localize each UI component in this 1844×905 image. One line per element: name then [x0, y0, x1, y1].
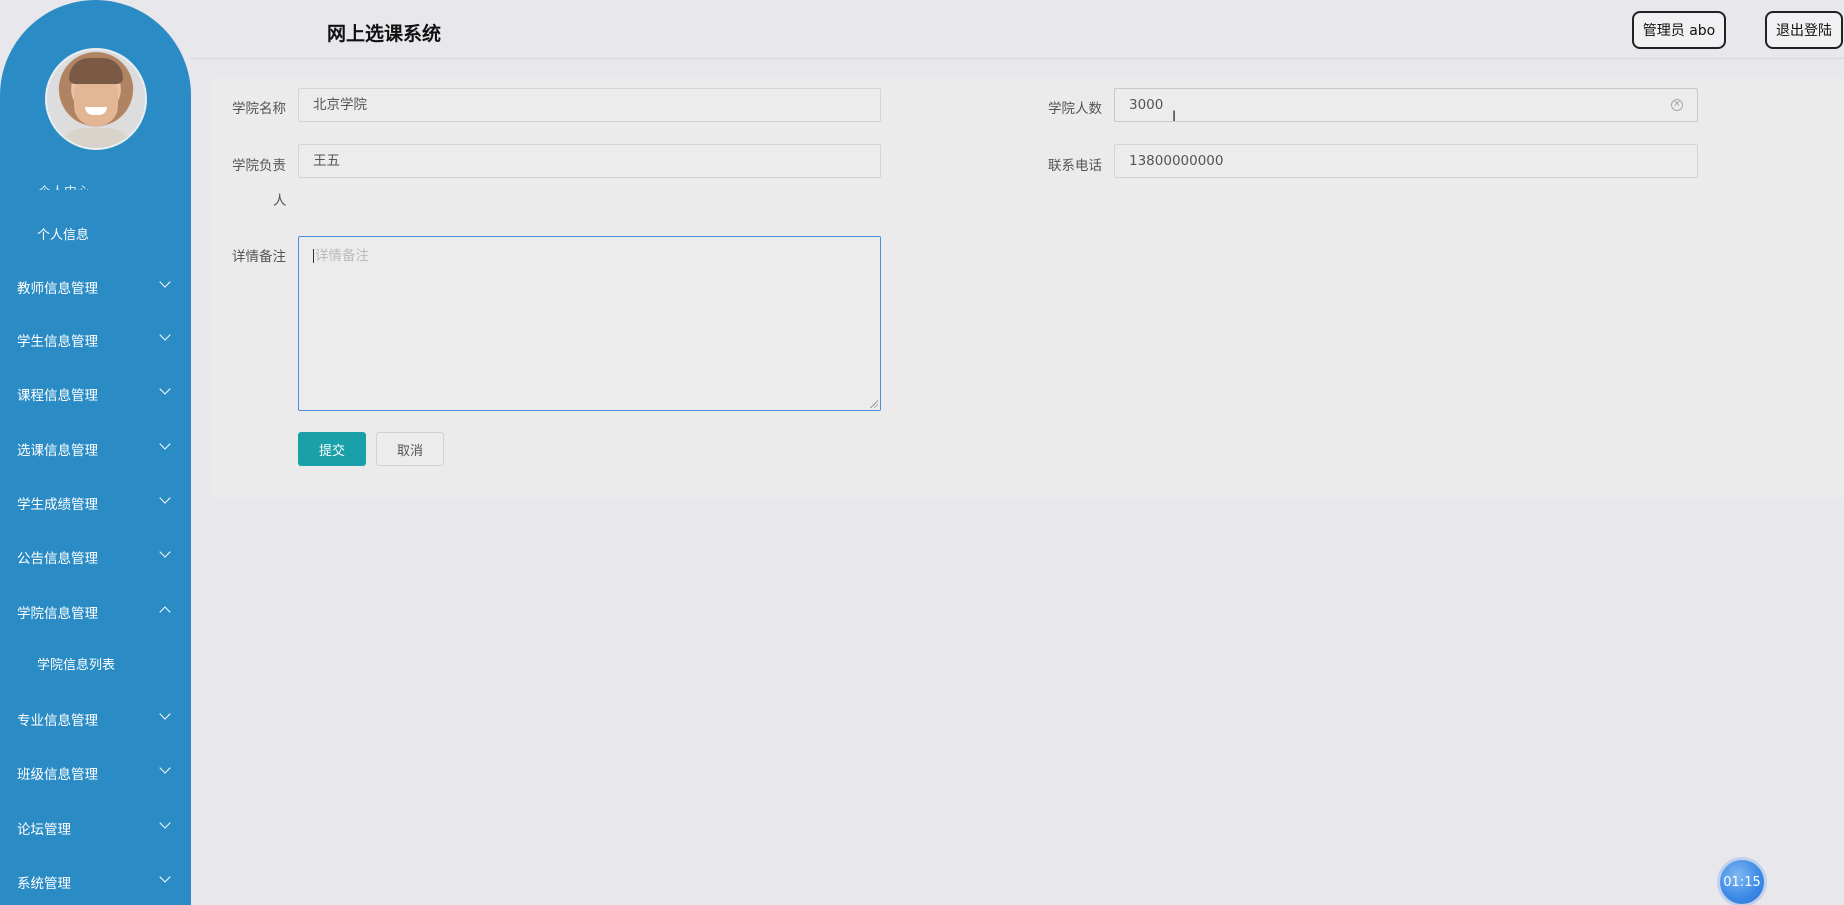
sidebar-item-college[interactable]: 学院信息管理 [0, 596, 191, 626]
admin-button[interactable]: 管理员 abo [1632, 11, 1726, 49]
sidebar-item-label: 系统管理 [17, 876, 71, 892]
college-count-label: 学院人数 [1048, 101, 1102, 117]
leader-input[interactable]: 王五 [298, 144, 881, 178]
chevron-down-icon [159, 438, 171, 450]
sidebar-item-label: 学院信息管理 [17, 606, 98, 622]
resize-handle-icon[interactable] [870, 400, 878, 408]
sidebar-item-label: 专业信息管理 [17, 713, 98, 729]
timer-badge: 01:15 [1720, 860, 1764, 904]
sidebar-item-grades[interactable]: 学生成绩管理 [0, 487, 191, 517]
college-name-input[interactable]: 北京学院 [298, 88, 881, 122]
clear-icon[interactable]: × [1671, 99, 1683, 111]
sidebar-item-label: 学生成绩管理 [17, 497, 98, 513]
sidebar-item-college-list[interactable]: 学院信息列表 [37, 654, 115, 673]
logout-button[interactable]: 退出登陆 [1765, 11, 1843, 49]
app-title: 网上选课系统 [327, 23, 442, 45]
remark-placeholder: 详情备注 [315, 248, 369, 264]
remark-textarea[interactable]: 详情备注 [298, 236, 881, 411]
chevron-down-icon [159, 546, 171, 558]
leader-label: 学院负责 [232, 158, 286, 174]
college-count-value: 3000 [1129, 97, 1164, 113]
sidebar-item-class[interactable]: 班级信息管理 [0, 757, 191, 787]
leader-label-cont: 人 [273, 193, 287, 209]
sidebar-item-label: 班级信息管理 [17, 767, 98, 783]
text-cursor-icon: I [1172, 109, 1177, 125]
sidebar-item-course[interactable]: 课程信息管理 [0, 378, 191, 408]
avatar [45, 48, 147, 150]
sidebar: 个人中心 个人信息 教师信息管理 学生信息管理 课程信息管理 选课信息管理 学生… [0, 0, 191, 905]
cancel-button[interactable]: 取消 [376, 432, 444, 466]
sidebar-item-major[interactable]: 专业信息管理 [0, 703, 191, 733]
chevron-down-icon [159, 383, 171, 395]
sidebar-item-profile[interactable]: 个人信息 [37, 224, 89, 243]
sidebar-item-label: 选课信息管理 [17, 443, 98, 459]
sidebar-item-student[interactable]: 学生信息管理 [0, 324, 191, 354]
sidebar-item-label: 公告信息管理 [17, 551, 98, 567]
sidebar-item-selection[interactable]: 选课信息管理 [0, 433, 191, 463]
sidebar-item-forum[interactable]: 论坛管理 [0, 812, 191, 842]
chevron-down-icon [159, 708, 171, 720]
chevron-down-icon [159, 871, 171, 883]
phone-label: 联系电话 [1048, 158, 1102, 174]
chevron-down-icon [159, 329, 171, 341]
chevron-down-icon [159, 276, 171, 288]
sidebar-item-teacher[interactable]: 教师信息管理 [0, 271, 191, 301]
sidebar-clipped-item[interactable]: 个人中心 [38, 181, 90, 190]
chevron-down-icon [159, 492, 171, 504]
header-divider [191, 58, 1844, 59]
submit-button[interactable]: 提交 [298, 432, 366, 466]
college-count-input[interactable]: 3000 × [1114, 88, 1698, 122]
sidebar-item-label: 课程信息管理 [17, 388, 98, 404]
chevron-down-icon [159, 817, 171, 829]
sidebar-item-notice[interactable]: 公告信息管理 [0, 541, 191, 571]
chevron-down-icon [159, 762, 171, 774]
chevron-up-icon [159, 606, 171, 618]
sidebar-item-label: 教师信息管理 [17, 281, 98, 297]
sidebar-item-label: 学生信息管理 [17, 334, 98, 350]
sidebar-item-system[interactable]: 系统管理 [0, 866, 191, 896]
sidebar-item-label: 论坛管理 [17, 822, 71, 838]
college-name-label: 学院名称 [232, 101, 286, 117]
remark-label: 详情备注 [232, 249, 286, 265]
phone-input[interactable]: 13800000000 [1114, 144, 1698, 178]
